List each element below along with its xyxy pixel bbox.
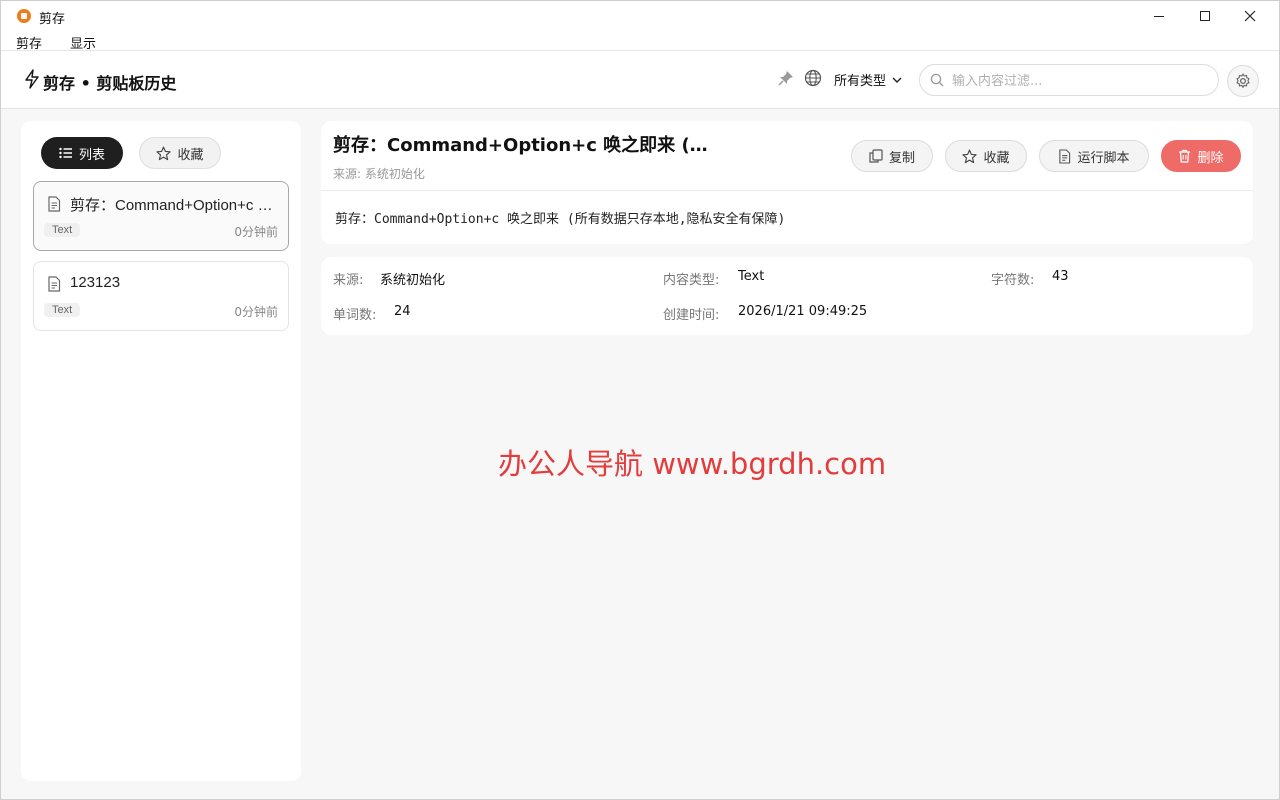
delete-button-label: 删除 bbox=[1197, 150, 1224, 166]
title-bar: 剪存 bbox=[1, 1, 1279, 31]
source-label: 来源: bbox=[333, 273, 364, 288]
document-icon bbox=[48, 196, 61, 212]
app-logo-icon bbox=[17, 9, 31, 23]
minimize-button[interactable] bbox=[1136, 1, 1182, 31]
clip-type-badge: Text bbox=[44, 303, 81, 317]
content-type-label: 内容类型: bbox=[663, 273, 720, 288]
tab-list[interactable]: 列表 bbox=[41, 137, 123, 169]
clip-item-time: 0分钟前 bbox=[234, 225, 278, 239]
clip-list-item[interactable]: 123123 Text 0分钟前 bbox=[33, 261, 289, 331]
bolt-icon bbox=[25, 69, 39, 89]
search-icon bbox=[930, 73, 944, 87]
pin-icon[interactable] bbox=[778, 70, 794, 86]
search-box bbox=[919, 64, 1219, 96]
detail-title: 剪存：Command+Option+c 唤之即来 (所有数据只存本地,隐私安全有… bbox=[333, 135, 713, 156]
copy-button-label: 复制 bbox=[888, 150, 915, 166]
clip-list-item[interactable]: 剪存：Command+Option+c 唤之即来 (所有数据只存本地,隐私安全有… bbox=[33, 181, 289, 251]
chevron-down-icon bbox=[892, 77, 902, 83]
favorite-button-label: 收藏 bbox=[983, 150, 1010, 166]
clip-item-time: 0分钟前 bbox=[234, 305, 278, 319]
trash-icon bbox=[1179, 149, 1191, 163]
detail-source: 来源: 系统初始化 bbox=[333, 167, 425, 181]
list-icon bbox=[59, 147, 72, 159]
sidebar: 列表 收藏 剪存：Command+Option+c 唤之即来 (所有数据只存本地… bbox=[21, 121, 301, 781]
char-count-label: 字符数: bbox=[991, 273, 1035, 288]
word-count-label: 单词数: bbox=[333, 308, 377, 323]
search-input[interactable] bbox=[952, 71, 1202, 91]
run-script-button[interactable]: 运行脚本 bbox=[1039, 140, 1149, 172]
clip-item-text: 123123 bbox=[70, 274, 121, 291]
page-title: 剪存 • 剪贴板历史 bbox=[43, 74, 177, 93]
type-filter-label: 所有类型 bbox=[834, 74, 887, 89]
tab-list-label: 列表 bbox=[78, 147, 105, 163]
window-title: 剪存 bbox=[39, 12, 66, 27]
run-script-button-label: 运行脚本 bbox=[1077, 150, 1130, 166]
minimize-icon bbox=[1154, 15, 1164, 17]
copy-icon bbox=[869, 149, 883, 163]
clip-item-text: 剪存：Command+Option+c 唤之即来 (所有数据只存本地,隐私安全有… bbox=[70, 197, 280, 214]
maximize-button[interactable] bbox=[1182, 1, 1228, 31]
menu-item-view[interactable]: 显示 bbox=[70, 33, 96, 52]
star-icon bbox=[156, 146, 172, 160]
favorite-button[interactable]: 收藏 bbox=[945, 140, 1027, 172]
gear-icon bbox=[1236, 73, 1250, 88]
header: 剪存 • 剪贴板历史 所有类型 bbox=[1, 51, 1279, 109]
created-time-label: 创建时间: bbox=[663, 308, 720, 323]
delete-button[interactable]: 删除 bbox=[1161, 140, 1241, 172]
word-count-value: 24 bbox=[394, 304, 411, 319]
detail-card: 剪存：Command+Option+c 唤之即来 (所有数据只存本地,隐私安全有… bbox=[321, 121, 1253, 244]
close-button[interactable] bbox=[1227, 1, 1273, 31]
clip-content: 剪存：Command+Option+c 唤之即来 (所有数据只存本地,隐私安全有… bbox=[335, 212, 786, 227]
clip-type-badge: Text bbox=[44, 223, 81, 237]
divider bbox=[321, 190, 1253, 191]
tab-favorites[interactable]: 收藏 bbox=[139, 137, 221, 169]
document-icon bbox=[48, 276, 61, 292]
tab-favorites-label: 收藏 bbox=[177, 147, 204, 163]
maximize-icon bbox=[1200, 11, 1210, 21]
menu-item-app[interactable]: 剪存 bbox=[16, 33, 42, 52]
globe-icon[interactable] bbox=[804, 69, 822, 87]
script-icon bbox=[1059, 148, 1071, 164]
source-value: 系统初始化 bbox=[380, 273, 446, 288]
menu-bar: 剪存 显示 bbox=[1, 31, 1279, 52]
content-type-value: Text bbox=[738, 269, 765, 284]
app-window: 剪存 剪存 显示 剪存 • 剪贴板历史 所有类型 输入内容过滤... 列表 收藏… bbox=[0, 0, 1280, 800]
close-icon bbox=[1244, 10, 1256, 22]
type-filter-select[interactable]: 所有类型 bbox=[834, 70, 902, 89]
settings-button[interactable] bbox=[1227, 65, 1259, 97]
info-card: 来源: 系统初始化 内容类型: Text 字符数: 43 单词数: 24 创建时… bbox=[321, 257, 1253, 335]
copy-button[interactable]: 复制 bbox=[851, 140, 933, 172]
created-time-value: 2026/1/21 09:49:25 bbox=[738, 304, 868, 319]
watermark: 办公人导航 www.bgrdh.com bbox=[498, 447, 887, 481]
star-icon bbox=[962, 149, 978, 163]
char-count-value: 43 bbox=[1052, 269, 1069, 284]
